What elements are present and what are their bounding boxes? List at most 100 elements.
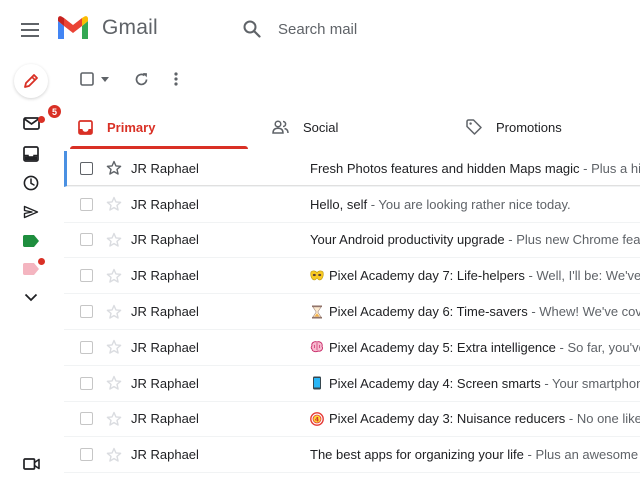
email-preview: Pixel Academy day 7: Life-helpers - Well… [310,268,640,283]
email-row[interactable]: JR Raphael Hello, self - You are looking … [64,187,640,223]
label-green-icon [23,235,39,247]
gmail-logo-icon[interactable] [56,15,90,41]
tab-primary[interactable]: Primary [78,104,248,150]
phone-emoji [310,376,324,390]
tab-primary-label: Primary [107,119,156,135]
email-preview: Pixel Academy day 4: Screen smarts - You… [310,376,640,391]
email-select-checkbox[interactable] [80,340,93,354]
email-select-checkbox[interactable] [80,448,93,462]
send-icon [23,205,39,219]
search-icon [243,20,261,38]
email-select-checkbox[interactable] [80,197,93,211]
refresh-icon [135,72,147,85]
email-subject: Your Android productivity upgrade [310,232,505,248]
email-sender: JR Raphael [131,304,199,320]
email-snippet: - Plus a high [583,160,640,176]
star-icon[interactable] [106,268,122,284]
star-icon[interactable] [106,160,122,176]
select-options-dropdown[interactable] [98,62,112,96]
email-sender: JR Raphael [131,196,199,212]
star-icon[interactable] [106,304,122,320]
main-menu-button[interactable] [14,14,46,46]
email-sender: JR Raphael [131,339,199,355]
search-button[interactable] [232,10,272,48]
email-snippet: - Your smartphone [540,375,640,391]
email-row[interactable]: JR Raphael Pixel Academy day 5: Extra int… [64,330,640,366]
email-subject: Pixel Academy day 3: Nuisance reducers [329,411,566,427]
email-preview: Pixel Academy day 6: Time-savers - Whew!… [310,304,640,319]
top-bar: Gmail [0,0,640,58]
nav-mail[interactable]: 5 [16,104,62,136]
tab-social[interactable]: Social [272,104,432,150]
more-options-button[interactable] [164,62,188,96]
inbox-tab-icon [78,119,93,135]
email-select-checkbox[interactable] [80,305,93,319]
email-snippet: - Whew! We've cover [531,304,640,320]
refresh-button[interactable] [128,62,154,96]
label-pink-icon [23,263,39,275]
email-preview: 4 Pixel Academy day 3: Nuisance reducers … [310,411,640,426]
more-vert-icon [174,72,178,86]
email-snippet: - You are looking rather nice today. [367,196,571,212]
star-icon[interactable] [106,232,122,248]
email-sender: JR Raphael [131,268,199,284]
search-bar[interactable] [232,10,640,48]
email-subject: Pixel Academy day 5: Extra intelligence [329,339,556,355]
email-snippet: - Plus an awesome n [523,447,640,463]
mask-emoji [310,269,324,283]
email-sender: JR Raphael [131,375,199,391]
email-snippet: - So far, you've [555,339,640,355]
select-all-checkbox[interactable] [76,62,98,96]
nav-sent[interactable] [16,199,46,225]
star-icon[interactable] [106,196,122,212]
email-list: JR Raphael Fresh Photos features and hidd… [64,151,640,474]
nav-meet[interactable] [16,451,46,477]
email-row[interactable]: JR Raphael Pixel Academy day 7: Life-help… [64,258,640,295]
email-sender: JR Raphael [131,447,199,463]
hamburger-menu-icon [21,23,39,37]
nav-inbox[interactable] [16,141,46,167]
nav-label-green[interactable] [16,228,46,254]
email-select-checkbox[interactable] [80,376,93,390]
tag-icon [466,119,482,135]
email-row[interactable]: JR Raphael Pixel Academy day 4: Screen sm… [64,366,640,402]
mail-icon [22,116,40,130]
email-snippet: - No one likes [568,411,640,427]
app-title: Gmail [102,16,158,39]
email-select-checkbox[interactable] [80,412,93,426]
email-preview: Pixel Academy day 5: Extra intelligence … [310,340,640,355]
label-notification-dot [38,258,45,265]
email-subject: Fresh Photos features and hidden Maps ma… [310,160,580,176]
compose-button[interactable] [14,64,48,98]
star-icon[interactable] [106,447,122,463]
email-select-checkbox[interactable] [80,233,93,247]
people-icon [272,120,289,134]
brain-emoji [310,340,324,354]
email-subject: Hello, self [310,196,368,212]
mail-notification-dot [38,116,45,123]
email-snippet: - Plus new Chrome feat [504,232,640,248]
email-snippet: - Well, I'll be: We've r [524,268,640,284]
search-input[interactable] [278,20,638,38]
nav-snoozed[interactable] [16,170,46,196]
list-toolbar [70,62,640,96]
email-select-checkbox[interactable] [80,161,93,175]
email-row[interactable]: JR Raphael Your Android productivity upgr… [64,223,640,259]
left-rail: 5 [0,60,62,480]
category-tabs: Primary Social Promotions [62,104,640,150]
star-icon[interactable] [106,339,122,355]
star-icon[interactable] [106,375,122,391]
star-icon[interactable] [106,411,122,427]
email-row[interactable]: JR Raphael Pixel Academy day 6: Time-save… [64,294,640,330]
email-preview: Fresh Photos features and hidden Maps ma… [310,161,640,176]
nav-more[interactable] [16,284,46,310]
email-select-checkbox[interactable] [80,269,93,283]
email-row[interactable]: JR Raphael The best apps for organizing y… [64,437,640,474]
tab-social-label: Social [303,119,339,135]
tab-promotions[interactable]: Promotions [466,104,640,150]
inbox-icon [23,146,39,162]
email-row[interactable]: JR Raphael 4 Pixel Academy day 3: Nuisance… [64,402,640,438]
email-preview: Your Android productivity upgrade - Plus… [310,232,640,247]
email-sender: JR Raphael [131,160,199,176]
email-row[interactable]: JR Raphael Fresh Photos features and hidd… [64,151,640,187]
